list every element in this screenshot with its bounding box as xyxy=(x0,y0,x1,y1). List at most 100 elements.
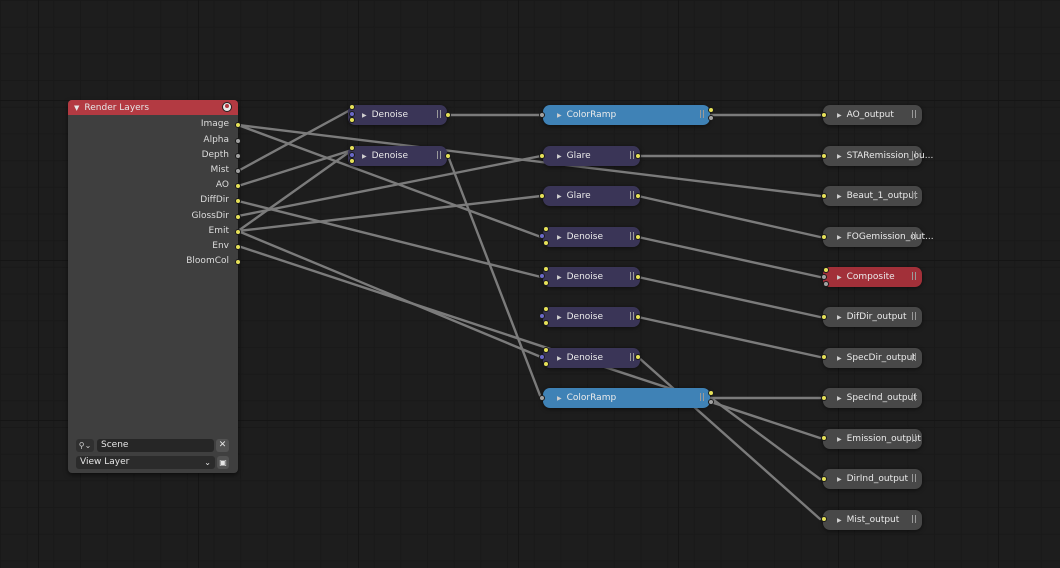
file-output-node[interactable]: ▶ SpecDir_output xyxy=(823,348,922,368)
collapse-triangle-icon[interactable]: ▶ xyxy=(837,112,842,119)
node-socket[interactable] xyxy=(349,145,355,151)
node-socket[interactable] xyxy=(539,273,545,279)
node-link[interactable] xyxy=(236,123,543,239)
scene-field[interactable]: Scene xyxy=(97,439,214,452)
node-socket[interactable] xyxy=(349,158,355,164)
node-link[interactable] xyxy=(709,396,822,481)
socket-ao[interactable] xyxy=(235,183,241,189)
collapse-triangle-icon[interactable]: ▶ xyxy=(837,193,842,200)
node-socket[interactable] xyxy=(539,233,545,239)
colorramp-node[interactable]: ▶ ColorRamp xyxy=(543,388,710,408)
collapse-triangle-icon[interactable]: ▶ xyxy=(837,476,842,483)
socket-mist[interactable] xyxy=(235,168,241,174)
socket-image[interactable] xyxy=(235,122,241,128)
denoise-node[interactable]: ▶ Denoise xyxy=(543,267,640,287)
denoise-node[interactable]: ▶ Denoise xyxy=(348,146,447,166)
node-socket[interactable] xyxy=(543,320,549,326)
glare-node[interactable]: ▶ Glare xyxy=(543,146,640,166)
socket-env[interactable] xyxy=(235,244,241,250)
collapse-triangle-icon[interactable]: ▶ xyxy=(837,395,842,402)
node-socket[interactable] xyxy=(539,193,545,199)
collapse-triangle-icon[interactable]: ▶ xyxy=(837,314,842,321)
render-globe-icon[interactable] xyxy=(222,102,232,112)
socket-bloomcol[interactable] xyxy=(235,259,241,265)
node-socket[interactable] xyxy=(821,112,827,118)
node-link[interactable] xyxy=(636,315,822,359)
node-socket[interactable] xyxy=(445,112,451,118)
node-socket[interactable] xyxy=(821,354,827,360)
node-socket[interactable] xyxy=(539,395,545,401)
file-output-node[interactable]: ▶ SpecInd_output xyxy=(823,388,922,408)
collapse-triangle-icon[interactable]: ▶ xyxy=(837,153,842,160)
node-socket[interactable] xyxy=(821,193,827,199)
node-socket[interactable] xyxy=(821,476,827,482)
socket-alpha[interactable] xyxy=(235,138,241,144)
file-output-node[interactable]: ▶ Emission_output xyxy=(823,429,922,449)
node-socket[interactable] xyxy=(708,399,714,405)
node-socket[interactable] xyxy=(543,361,549,367)
node-socket[interactable] xyxy=(635,153,641,159)
node-socket[interactable] xyxy=(635,234,641,240)
colorramp-node[interactable]: ▶ ColorRamp xyxy=(543,105,710,125)
collapse-triangle-icon[interactable]: ▶ xyxy=(557,314,562,321)
collapse-triangle-icon[interactable]: ▶ xyxy=(557,112,562,119)
node-link[interactable] xyxy=(636,355,822,521)
render-icon[interactable]: ▣ xyxy=(217,456,229,469)
node-socket[interactable] xyxy=(543,280,549,286)
file-output-node[interactable]: ▶ STARemission_ou... xyxy=(823,146,933,166)
node-socket[interactable] xyxy=(539,153,545,159)
node-socket[interactable] xyxy=(635,274,641,280)
socket-glossdir[interactable] xyxy=(235,214,241,220)
file-output-node[interactable]: ▶ DifDir_output xyxy=(823,307,922,327)
node-socket[interactable] xyxy=(823,267,829,273)
node-socket[interactable] xyxy=(708,390,714,396)
collapse-triangle-icon[interactable]: ▼ xyxy=(74,104,79,112)
socket-depth[interactable] xyxy=(235,153,241,159)
node-socket[interactable] xyxy=(543,306,549,312)
file-output-node[interactable]: ▶ Mist_output xyxy=(823,510,922,530)
denoise-node[interactable]: ▶ Denoise xyxy=(348,105,447,125)
node-socket[interactable] xyxy=(821,274,827,280)
view-layer-dropdown[interactable]: View Layer ⌄ xyxy=(76,456,215,469)
node-socket[interactable] xyxy=(445,153,451,159)
collapse-triangle-icon[interactable]: ▶ xyxy=(362,153,367,160)
node-socket[interactable] xyxy=(349,117,355,123)
node-link[interactable] xyxy=(636,194,822,239)
denoise-node[interactable]: ▶ Denoise xyxy=(543,227,640,247)
file-output-node[interactable]: ▶ DirInd_output xyxy=(823,469,922,489)
node-link[interactable] xyxy=(236,229,543,359)
close-icon[interactable]: ✕ xyxy=(216,439,229,452)
collapse-triangle-icon[interactable]: ▶ xyxy=(837,517,842,524)
collapse-triangle-icon[interactable]: ▶ xyxy=(557,153,562,160)
glare-node[interactable]: ▶ Glare xyxy=(543,186,640,206)
node-socket[interactable] xyxy=(539,112,545,118)
collapse-triangle-icon[interactable]: ▶ xyxy=(557,355,562,362)
collapse-triangle-icon[interactable]: ▶ xyxy=(837,436,842,443)
node-link[interactable] xyxy=(236,148,354,188)
node-socket[interactable] xyxy=(349,104,355,110)
socket-emit[interactable] xyxy=(235,229,241,235)
collapse-triangle-icon[interactable]: ▶ xyxy=(837,274,842,281)
render-layers-node[interactable]: ▼ Render Layers Image Alpha Depth Mist A… xyxy=(68,100,241,473)
file-output-node[interactable]: ▶ FOGemission_out... xyxy=(823,227,934,247)
node-socket[interactable] xyxy=(821,153,827,159)
collapse-triangle-icon[interactable]: ▶ xyxy=(557,274,562,281)
node-link[interactable] xyxy=(446,154,543,400)
socket-diffdir[interactable] xyxy=(235,198,241,204)
file-output-node[interactable]: ▶ Beaut_1_output xyxy=(823,186,922,206)
node-socket[interactable] xyxy=(821,516,827,522)
node-socket[interactable] xyxy=(635,314,641,320)
node-socket[interactable] xyxy=(708,107,714,113)
node-link[interactable] xyxy=(636,235,822,279)
node-socket[interactable] xyxy=(539,313,545,319)
scene-icon[interactable]: ⚲⌄ xyxy=(76,439,94,452)
node-link[interactable] xyxy=(636,275,822,319)
node-socket[interactable] xyxy=(708,115,714,121)
composite-node[interactable]: ▶ Composite xyxy=(823,267,922,287)
node-socket[interactable] xyxy=(543,240,549,246)
node-link[interactable] xyxy=(236,123,822,198)
collapse-triangle-icon[interactable]: ▶ xyxy=(557,395,562,402)
render-layers-header[interactable]: ▼ Render Layers xyxy=(68,100,238,115)
denoise-node[interactable]: ▶ Denoise xyxy=(543,348,640,368)
node-socket[interactable] xyxy=(635,193,641,199)
